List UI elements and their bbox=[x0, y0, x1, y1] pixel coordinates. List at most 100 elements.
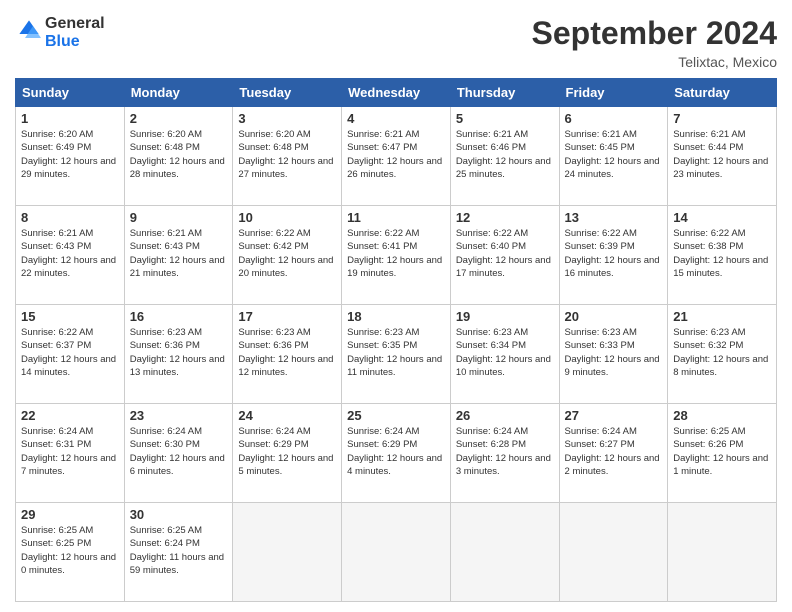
day-info: Sunrise: 6:23 AMSunset: 6:33 PMDaylight:… bbox=[565, 326, 663, 379]
week-row-5: 29Sunrise: 6:25 AMSunset: 6:25 PMDayligh… bbox=[16, 503, 777, 602]
day-info: Sunrise: 6:21 AMSunset: 6:43 PMDaylight:… bbox=[130, 227, 228, 280]
day-info: Sunrise: 6:20 AMSunset: 6:49 PMDaylight:… bbox=[21, 128, 119, 181]
day-info: Sunrise: 6:24 AMSunset: 6:27 PMDaylight:… bbox=[565, 425, 663, 478]
location: Telixtac, Mexico bbox=[532, 54, 777, 70]
day-info: Sunrise: 6:22 AMSunset: 6:40 PMDaylight:… bbox=[456, 227, 554, 280]
day-cell: 11Sunrise: 6:22 AMSunset: 6:41 PMDayligh… bbox=[342, 206, 451, 305]
day-cell: 5 Sunrise: 6:21 AMSunset: 6:46 PMDaylight… bbox=[450, 107, 559, 206]
day-cell: 3 Sunrise: 6:20 AMSunset: 6:48 PMDaylight… bbox=[233, 107, 342, 206]
page: General Blue September 2024 Telixtac, Me… bbox=[0, 0, 792, 612]
day-cell: 12 Sunrise: 6:22 AMSunset: 6:40 PMDayligh… bbox=[450, 206, 559, 305]
col-header-tuesday: Tuesday bbox=[233, 79, 342, 107]
day-number: 21 bbox=[673, 309, 771, 324]
day-cell: 10 Sunrise: 6:22 AMSunset: 6:42 PMDayligh… bbox=[233, 206, 342, 305]
day-number: 1 bbox=[21, 111, 119, 126]
day-cell: 7 Sunrise: 6:21 AMSunset: 6:44 PMDaylight… bbox=[668, 107, 777, 206]
day-number: 10 bbox=[238, 210, 336, 225]
col-header-saturday: Saturday bbox=[668, 79, 777, 107]
day-number: 7 bbox=[673, 111, 771, 126]
day-info: Sunrise: 6:21 AMSunset: 6:46 PMDaylight:… bbox=[456, 128, 554, 181]
day-number: 12 bbox=[456, 210, 554, 225]
day-cell: 16 Sunrise: 6:23 AMSunset: 6:36 PMDayligh… bbox=[124, 305, 233, 404]
calendar-header-row: SundayMondayTuesdayWednesdayThursdayFrid… bbox=[16, 79, 777, 107]
day-cell: 15 Sunrise: 6:22 AMSunset: 6:37 PMDayligh… bbox=[16, 305, 125, 404]
col-header-sunday: Sunday bbox=[16, 79, 125, 107]
col-header-monday: Monday bbox=[124, 79, 233, 107]
day-info: Sunrise: 6:23 AMSunset: 6:36 PMDaylight:… bbox=[130, 326, 228, 379]
day-cell bbox=[342, 503, 451, 602]
day-info: Sunrise: 6:24 AMSunset: 6:28 PMDaylight:… bbox=[456, 425, 554, 478]
day-number: 6 bbox=[565, 111, 663, 126]
day-info: Sunrise: 6:20 AMSunset: 6:48 PMDaylight:… bbox=[130, 128, 228, 181]
day-number: 28 bbox=[673, 408, 771, 423]
day-info: Sunrise: 6:24 AMSunset: 6:29 PMDaylight:… bbox=[347, 425, 445, 478]
week-row-1: 1 Sunrise: 6:20 AMSunset: 6:49 PMDaylight… bbox=[16, 107, 777, 206]
logo: General Blue bbox=[15, 15, 105, 50]
day-cell: 30Sunrise: 6:25 AMSunset: 6:24 PMDayligh… bbox=[124, 503, 233, 602]
day-info: Sunrise: 6:23 AMSunset: 6:36 PMDaylight:… bbox=[238, 326, 336, 379]
logo-icon bbox=[17, 18, 41, 42]
day-cell: 9Sunrise: 6:21 AMSunset: 6:43 PMDaylight… bbox=[124, 206, 233, 305]
day-number: 11 bbox=[347, 210, 445, 225]
day-cell: 27 Sunrise: 6:24 AMSunset: 6:27 PMDayligh… bbox=[559, 404, 668, 503]
day-cell: 18 Sunrise: 6:23 AMSunset: 6:35 PMDayligh… bbox=[342, 305, 451, 404]
col-header-friday: Friday bbox=[559, 79, 668, 107]
day-number: 5 bbox=[456, 111, 554, 126]
day-number: 2 bbox=[130, 111, 228, 126]
day-info: Sunrise: 6:22 AMSunset: 6:38 PMDaylight:… bbox=[673, 227, 771, 280]
day-number: 8 bbox=[21, 210, 119, 225]
day-number: 20 bbox=[565, 309, 663, 324]
day-number: 15 bbox=[21, 309, 119, 324]
day-info: Sunrise: 6:21 AMSunset: 6:43 PMDaylight:… bbox=[21, 227, 119, 280]
day-number: 27 bbox=[565, 408, 663, 423]
day-number: 17 bbox=[238, 309, 336, 324]
day-number: 19 bbox=[456, 309, 554, 324]
day-cell: 26Sunrise: 6:24 AMSunset: 6:28 PMDayligh… bbox=[450, 404, 559, 503]
week-row-3: 15 Sunrise: 6:22 AMSunset: 6:37 PMDayligh… bbox=[16, 305, 777, 404]
day-number: 18 bbox=[347, 309, 445, 324]
col-header-thursday: Thursday bbox=[450, 79, 559, 107]
logo-line1: General bbox=[45, 15, 105, 33]
day-cell: 24 Sunrise: 6:24 AMSunset: 6:29 PMDayligh… bbox=[233, 404, 342, 503]
day-info: Sunrise: 6:21 AMSunset: 6:45 PMDaylight:… bbox=[565, 128, 663, 181]
day-cell: 21 Sunrise: 6:23 AMSunset: 6:32 PMDayligh… bbox=[668, 305, 777, 404]
day-info: Sunrise: 6:23 AMSunset: 6:32 PMDaylight:… bbox=[673, 326, 771, 379]
col-header-wednesday: Wednesday bbox=[342, 79, 451, 107]
day-number: 22 bbox=[21, 408, 119, 423]
day-info: Sunrise: 6:24 AMSunset: 6:29 PMDaylight:… bbox=[238, 425, 336, 478]
day-cell: 20 Sunrise: 6:23 AMSunset: 6:33 PMDayligh… bbox=[559, 305, 668, 404]
day-cell: 25 Sunrise: 6:24 AMSunset: 6:29 PMDayligh… bbox=[342, 404, 451, 503]
day-info: Sunrise: 6:21 AMSunset: 6:44 PMDaylight:… bbox=[673, 128, 771, 181]
day-info: Sunrise: 6:22 AMSunset: 6:37 PMDaylight:… bbox=[21, 326, 119, 379]
month-title: September 2024 bbox=[532, 15, 777, 52]
day-number: 3 bbox=[238, 111, 336, 126]
day-info: Sunrise: 6:21 AMSunset: 6:47 PMDaylight:… bbox=[347, 128, 445, 181]
day-cell bbox=[668, 503, 777, 602]
day-cell: 29Sunrise: 6:25 AMSunset: 6:25 PMDayligh… bbox=[16, 503, 125, 602]
week-row-4: 22Sunrise: 6:24 AMSunset: 6:31 PMDayligh… bbox=[16, 404, 777, 503]
day-info: Sunrise: 6:23 AMSunset: 6:35 PMDaylight:… bbox=[347, 326, 445, 379]
day-number: 4 bbox=[347, 111, 445, 126]
day-cell bbox=[233, 503, 342, 602]
day-info: Sunrise: 6:25 AMSunset: 6:25 PMDaylight:… bbox=[21, 524, 119, 577]
day-cell: 2 Sunrise: 6:20 AMSunset: 6:48 PMDaylight… bbox=[124, 107, 233, 206]
day-info: Sunrise: 6:22 AMSunset: 6:42 PMDaylight:… bbox=[238, 227, 336, 280]
day-info: Sunrise: 6:20 AMSunset: 6:48 PMDaylight:… bbox=[238, 128, 336, 181]
day-number: 16 bbox=[130, 309, 228, 324]
day-cell bbox=[559, 503, 668, 602]
day-cell: 1 Sunrise: 6:20 AMSunset: 6:49 PMDaylight… bbox=[16, 107, 125, 206]
day-number: 23 bbox=[130, 408, 228, 423]
day-info: Sunrise: 6:22 AMSunset: 6:39 PMDaylight:… bbox=[565, 227, 663, 280]
day-number: 24 bbox=[238, 408, 336, 423]
day-cell: 19Sunrise: 6:23 AMSunset: 6:34 PMDayligh… bbox=[450, 305, 559, 404]
day-number: 13 bbox=[565, 210, 663, 225]
logo-line2: Blue bbox=[45, 33, 105, 51]
day-number: 25 bbox=[347, 408, 445, 423]
day-cell: 23 Sunrise: 6:24 AMSunset: 6:30 PMDayligh… bbox=[124, 404, 233, 503]
day-cell: 13 Sunrise: 6:22 AMSunset: 6:39 PMDayligh… bbox=[559, 206, 668, 305]
day-cell: 28Sunrise: 6:25 AMSunset: 6:26 PMDayligh… bbox=[668, 404, 777, 503]
week-row-2: 8 Sunrise: 6:21 AMSunset: 6:43 PMDaylight… bbox=[16, 206, 777, 305]
day-cell: 4 Sunrise: 6:21 AMSunset: 6:47 PMDaylight… bbox=[342, 107, 451, 206]
day-info: Sunrise: 6:24 AMSunset: 6:30 PMDaylight:… bbox=[130, 425, 228, 478]
day-info: Sunrise: 6:25 AMSunset: 6:24 PMDaylight:… bbox=[130, 524, 228, 577]
